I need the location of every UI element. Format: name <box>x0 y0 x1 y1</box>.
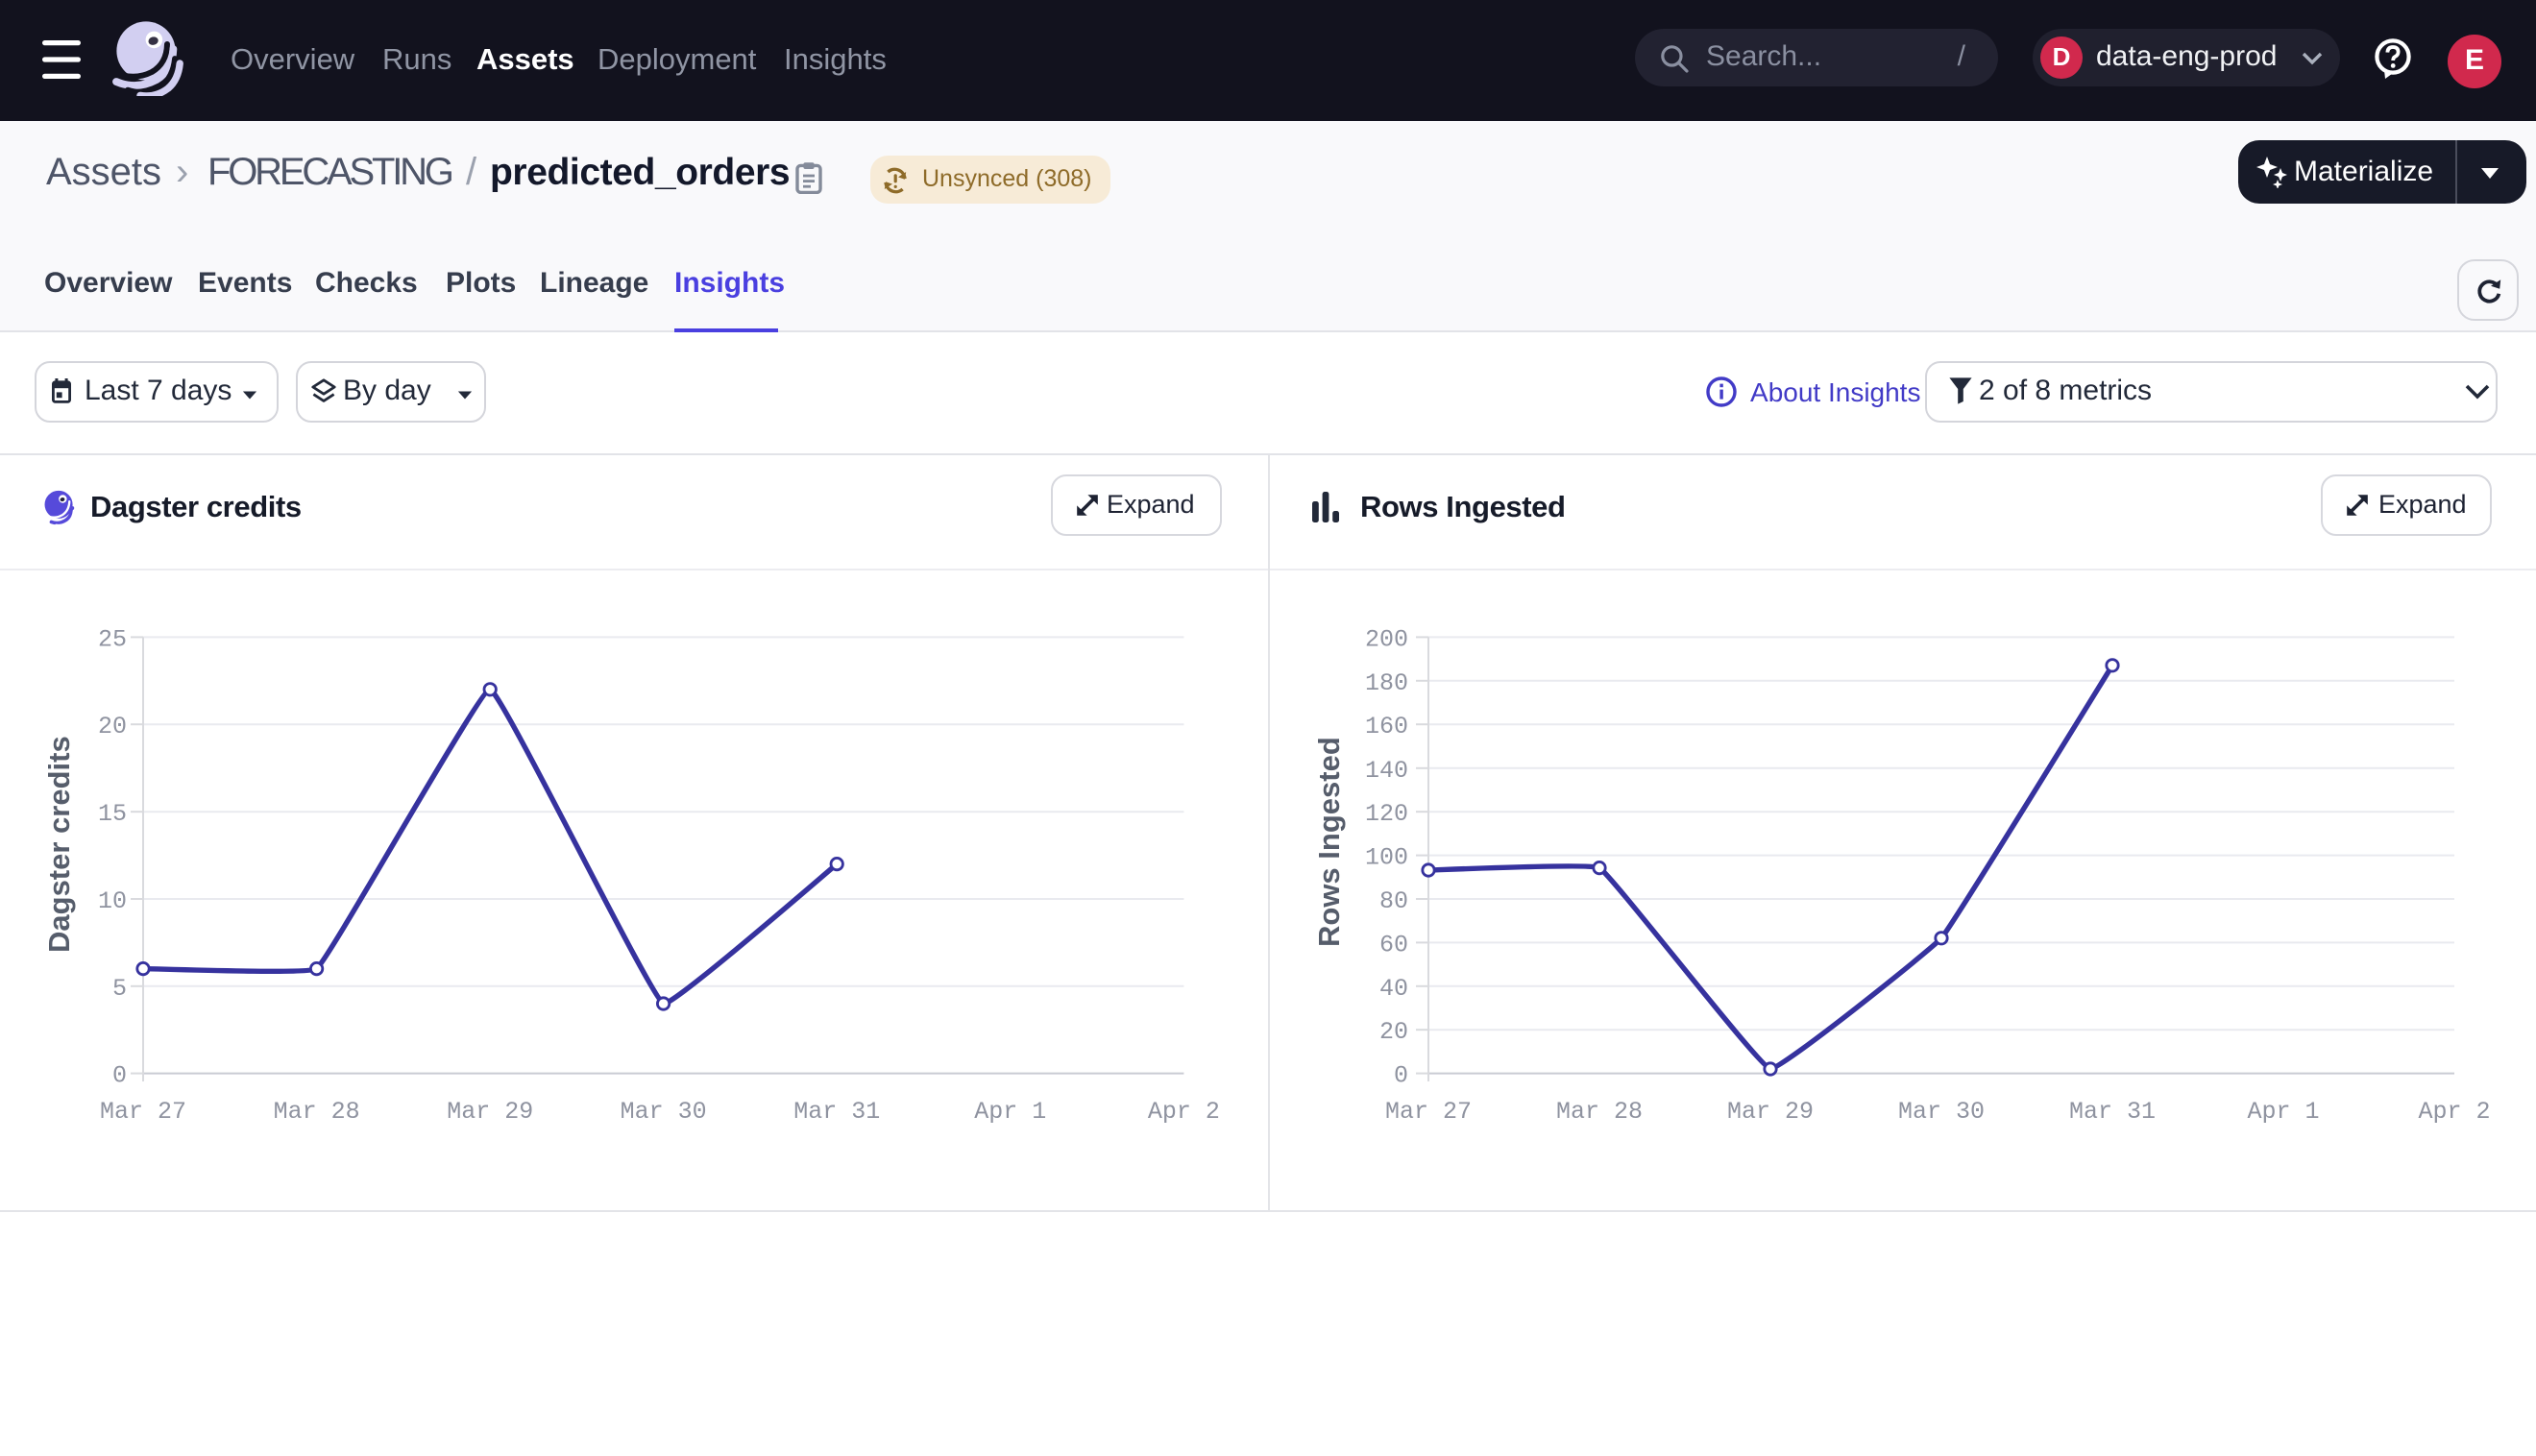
svg-text:Mar 30: Mar 30 <box>1898 1098 1985 1126</box>
svg-text:15: 15 <box>98 800 127 828</box>
svg-text:Mar 31: Mar 31 <box>793 1098 880 1126</box>
svg-text:140: 140 <box>1365 757 1408 785</box>
svg-text:Mar 31: Mar 31 <box>2069 1098 2156 1126</box>
svg-text:Dagster credits: Dagster credits <box>42 736 76 953</box>
svg-text:25: 25 <box>98 625 127 653</box>
svg-text:Mar 29: Mar 29 <box>1727 1098 1814 1126</box>
svg-text:Rows Ingested: Rows Ingested <box>1312 737 1346 947</box>
svg-text:0: 0 <box>1394 1062 1408 1090</box>
svg-text:Mar 30: Mar 30 <box>621 1098 707 1126</box>
svg-text:20: 20 <box>1379 1018 1408 1046</box>
svg-text:Mar 28: Mar 28 <box>1556 1098 1643 1126</box>
svg-text:Apr 2: Apr 2 <box>1148 1098 1220 1126</box>
svg-text:80: 80 <box>1379 887 1408 915</box>
svg-text:0: 0 <box>112 1062 127 1090</box>
svg-text:20: 20 <box>98 713 127 740</box>
svg-text:100: 100 <box>1365 844 1408 872</box>
svg-text:Apr 1: Apr 1 <box>974 1098 1046 1126</box>
svg-text:160: 160 <box>1365 713 1408 740</box>
svg-text:120: 120 <box>1365 800 1408 828</box>
svg-text:200: 200 <box>1365 625 1408 653</box>
svg-text:Mar 27: Mar 27 <box>100 1098 186 1126</box>
svg-text:5: 5 <box>112 975 127 1003</box>
svg-text:Apr 1: Apr 1 <box>2247 1098 2319 1126</box>
svg-text:10: 10 <box>98 887 127 915</box>
svg-text:40: 40 <box>1379 975 1408 1003</box>
svg-text:60: 60 <box>1379 931 1408 959</box>
svg-text:180: 180 <box>1365 669 1408 697</box>
svg-text:Mar 28: Mar 28 <box>274 1098 360 1126</box>
svg-text:Mar 27: Mar 27 <box>1385 1098 1472 1126</box>
svg-text:Apr 2: Apr 2 <box>2418 1098 2490 1126</box>
svg-text:Mar 29: Mar 29 <box>447 1098 533 1126</box>
